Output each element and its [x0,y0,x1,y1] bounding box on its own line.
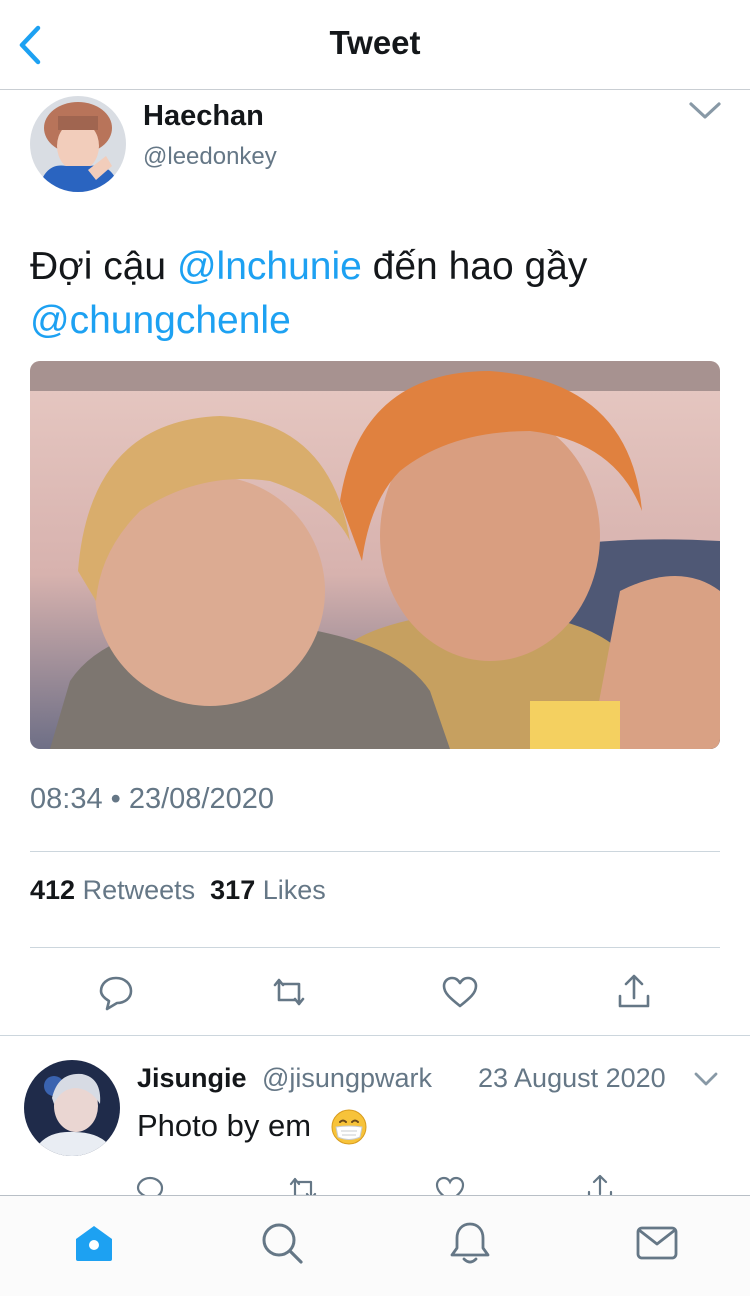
tweet-stats: 412 Retweets 317 Likes [30,875,326,906]
reply-date: 23 August 2020 [478,1063,666,1093]
chevron-down-icon [694,1072,718,1086]
retweet-icon [289,1177,317,1196]
author-name[interactable]: Haechan [143,100,264,133]
reply-button[interactable] [94,970,138,1014]
tab-bar [0,1195,750,1296]
photo-image [30,361,720,749]
author-handle[interactable]: @leedonkey [143,143,277,171]
page-title: Tweet [329,24,421,61]
tab-home[interactable] [70,1219,118,1267]
retweets-stat[interactable]: 412 Retweets [30,875,195,905]
tab-notifications[interactable] [446,1219,494,1267]
share-icon [618,974,650,1008]
reply-like-button[interactable] [433,1172,467,1196]
retweets-label: Retweets [82,875,196,905]
likes-count: 317 [210,875,256,905]
tweet-options-button[interactable] [688,100,722,122]
emoji-image [331,1109,367,1145]
likes-label: Likes [262,875,326,905]
reply-icon [136,1176,164,1196]
reply-share-button[interactable] [583,1172,617,1196]
retweets-count: 412 [30,875,76,905]
tweet-photo[interactable] [30,361,720,749]
divider [30,851,720,852]
mention-link[interactable]: @chungchenle [30,299,291,342]
likes-stat[interactable]: 317 Likes [210,875,326,905]
reply-text: Photo by em [137,1108,312,1143]
like-button[interactable] [438,970,482,1014]
retweet-button[interactable] [267,970,311,1014]
share-icon [587,1174,613,1196]
avatar-image [24,1060,120,1156]
tweet-text-part: đến hao gầy [361,245,588,288]
face-with-medical-mask-icon [330,1108,368,1146]
share-button[interactable] [612,970,656,1014]
reply-options-button[interactable] [693,1070,719,1088]
tweet-timestamp: 08:34 • 23/08/2020 [30,783,274,815]
retweet-icon [273,978,305,1006]
like-icon [442,976,478,1008]
avatar-image [30,96,126,192]
divider [30,947,720,948]
tab-messages[interactable] [633,1219,681,1267]
notifications-icon [450,1222,490,1264]
messages-icon [636,1226,678,1260]
search-icon [262,1223,303,1264]
reply-author-name[interactable]: Jisungie [137,1063,247,1094]
reply-icon [99,976,133,1011]
tweet-text: Đợi cậu @lnchunie đến hao gầy @chungchenl… [30,240,730,348]
reply-reply-button[interactable] [133,1172,167,1196]
tab-search[interactable] [258,1219,306,1267]
nav-header: Tweet [0,0,750,90]
home-icon [76,1226,112,1261]
mention-link[interactable]: @lnchunie [177,245,362,288]
reply-author-handle[interactable]: @jisungpwark [262,1063,432,1094]
divider [0,1035,750,1036]
reply-retweet-button[interactable] [286,1172,320,1196]
reply-avatar[interactable] [24,1060,120,1156]
tweet-text-part: Đợi cậu [30,245,177,288]
chevron-down-icon [689,102,721,119]
avatar[interactable] [30,96,126,192]
like-icon [435,1176,465,1196]
